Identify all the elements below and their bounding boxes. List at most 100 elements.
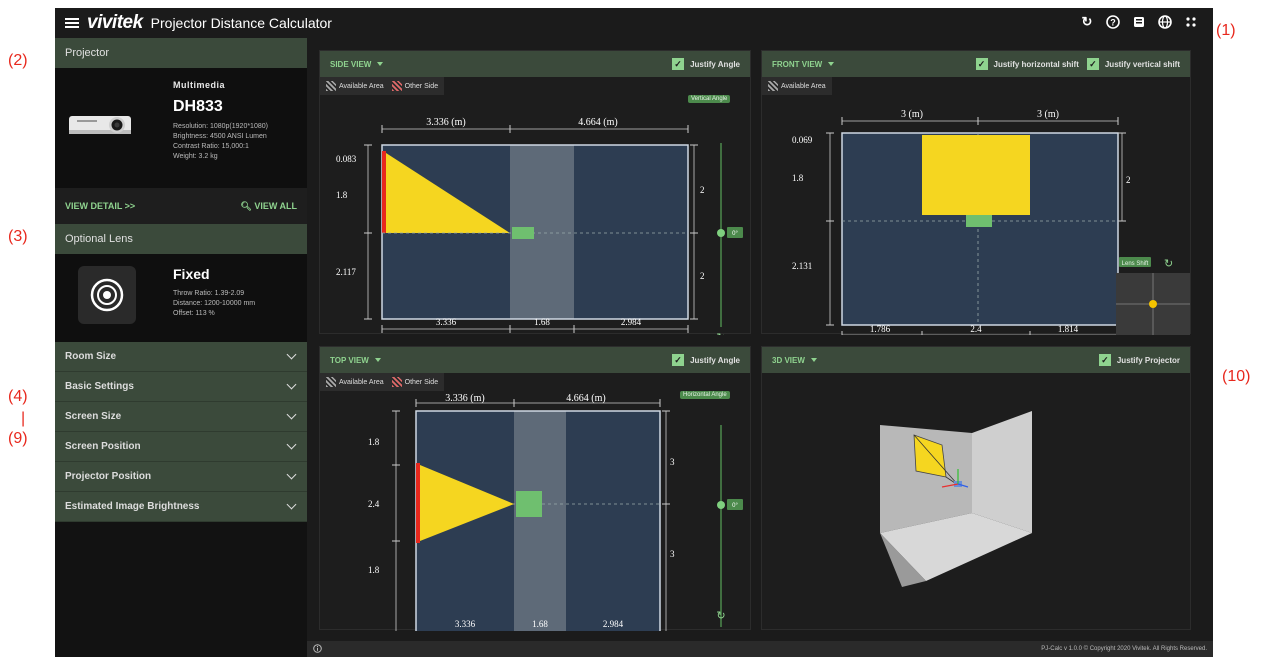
right-dim-1: 3 [670, 457, 675, 467]
accordion-label: Projector Position [65, 471, 152, 482]
side-view-panel: SIDE VIEW ✓ Justify Angle Available Area … [319, 50, 751, 335]
front-view-diagram: 3 (m) 3 (m) 0.069 1.8 2.131 2 1.786 2.4 … [792, 109, 1190, 335]
bottom-dim-3: 1.814 [1058, 324, 1079, 334]
3d-room-scene[interactable] [762, 373, 1192, 631]
svg-text:?: ? [1110, 18, 1116, 28]
bottom-dim-3: 2.984 [603, 619, 624, 629]
side-view-header: SIDE VIEW ✓ Justify Angle [320, 51, 750, 77]
right-wall [972, 411, 1032, 533]
justify-h-label: Justify horizontal shift [993, 59, 1079, 69]
main-area: SIDE VIEW ✓ Justify Angle Available Area … [307, 38, 1213, 641]
projector-links: VIEW DETAIL >> 🔍︎ VIEW ALL [55, 188, 307, 224]
chevron-down-icon [286, 439, 297, 450]
bottom-dim-1: 1.786 [870, 324, 891, 334]
side-view-dropdown[interactable]: SIDE VIEW [330, 60, 384, 69]
justify-horizontal-shift-checkbox[interactable]: ✓ Justify horizontal shift [975, 58, 1079, 70]
left-dim-1: 0.069 [792, 135, 813, 145]
lens-section-header: Optional Lens [55, 224, 307, 254]
projector-spec-contrast: Contrast Ratio: 15,000:1 [173, 143, 249, 150]
front-view-header: FRONT VIEW ✓ Justify horizontal shift ✓ Ju… [762, 51, 1190, 77]
search-icon: 🔍︎ [240, 200, 252, 211]
caret-down-icon [828, 62, 835, 66]
accordion-label: Basic Settings [65, 381, 134, 392]
projector-image [69, 116, 131, 134]
info-icon[interactable] [313, 643, 322, 655]
accordion-screen-position[interactable]: Screen Position [55, 432, 307, 462]
globe-icon[interactable] [1157, 14, 1173, 30]
projector-marker[interactable] [516, 491, 542, 517]
vertical-angle-slider-thumb[interactable] [717, 229, 725, 237]
horizontal-angle-value: 0° [732, 503, 738, 509]
left-dim-3: 1.8 [368, 565, 380, 575]
chevron-down-icon [286, 379, 297, 390]
top-view-header: TOP VIEW ✓ Justify Angle [320, 347, 750, 373]
horizontal-angle-slider-thumb[interactable] [717, 501, 725, 509]
top-view-dropdown[interactable]: TOP VIEW [330, 356, 381, 365]
bottom-dim-2: 2.4 [970, 324, 982, 334]
reset-angle-icon[interactable]: ↻ [716, 331, 725, 335]
justify-angle-label: Justify Angle [690, 355, 740, 365]
refresh-icon[interactable]: ↻ [1079, 14, 1095, 30]
top-bar: vivitek Projector Distance Calculator ↻ … [55, 8, 1213, 38]
screen-bar [416, 463, 420, 543]
help-icon[interactable]: ? [1105, 14, 1121, 30]
projector-category: Multimedia [173, 80, 226, 90]
right-dim-2: 3 [670, 549, 675, 559]
justify-vertical-shift-checkbox[interactable]: ✓ Justify vertical shift [1086, 58, 1180, 70]
screen-bar [382, 151, 386, 233]
projector-section-header: Projector [55, 38, 307, 68]
accordion-basic-settings[interactable]: Basic Settings [55, 372, 307, 402]
justify-projector-label: Justify Projector [1116, 355, 1180, 365]
projector-spec-weight: Weight: 3.2 kg [173, 153, 218, 160]
reset-lens-shift-icon[interactable]: ↻ [1164, 257, 1173, 270]
justify-projector-checkbox[interactable]: ✓ Justify Projector [1098, 354, 1180, 366]
manual-icon[interactable] [1131, 14, 1147, 30]
right-dim-1: 2 [700, 185, 705, 195]
top-dim-2: 3 (m) [1037, 109, 1059, 120]
left-dim-3: 2.131 [792, 261, 812, 271]
top-view-diagram: 3.336 (m) 4.664 (m) 1.8 2.4 1.8 3 3 3.33… [368, 393, 743, 631]
footer: PJ-Calc v 1.0.0 © Copyright 2020 Vivitek… [307, 641, 1213, 657]
3d-view-dropdown[interactable]: 3D VIEW [772, 356, 817, 365]
checkbox-icon: ✓ [1098, 354, 1111, 366]
accordion-estimated-brightness[interactable]: Estimated Image Brightness [55, 492, 307, 522]
brand-logo: vivitek [87, 12, 143, 33]
settings-icon[interactable] [1183, 14, 1199, 30]
app-window: vivitek Projector Distance Calculator ↻ … [55, 8, 1213, 657]
front-view-dropdown[interactable]: FRONT VIEW [772, 59, 835, 69]
lens-card[interactable]: Fixed Throw Ratio: 1.39-2.09 Distance: 1… [55, 254, 307, 342]
front-view-title: FRONT VIEW [772, 59, 823, 69]
projector-card[interactable]: Multimedia DH833 Resolution: 1080p(1920*… [55, 68, 307, 188]
app-title: Projector Distance Calculator [150, 15, 332, 31]
accordion-screen-size[interactable]: Screen Size [55, 402, 307, 432]
annotation-10: (10) [1222, 368, 1251, 385]
view-detail-link[interactable]: VIEW DETAIL >> [65, 201, 135, 211]
caret-down-icon [810, 358, 817, 362]
lens-spec-distance: Distance: 1200-10000 mm [173, 300, 256, 307]
top-view-title: TOP VIEW [330, 355, 369, 365]
accordion-label: Screen Size [65, 411, 122, 422]
3d-view-header: 3D VIEW ✓ Justify Projector [762, 347, 1190, 373]
view-all-link[interactable]: 🔍︎ VIEW ALL [240, 201, 297, 212]
lens-shift-handle[interactable] [1149, 300, 1157, 308]
left-dim-3: 2.117 [336, 267, 356, 277]
side-view-diagram: 3.336 (m) 4.664 (m) 0.083 1.8 2.117 2 2 … [336, 117, 743, 335]
justify-angle-checkbox-side[interactable]: ✓ Justify Angle [672, 58, 740, 70]
projector-marker[interactable] [512, 227, 534, 239]
justify-angle-checkbox-top[interactable]: ✓ Justify Angle [672, 354, 740, 366]
top-dim-2: 4.664 (m) [578, 117, 617, 128]
left-dim-2: 2.4 [368, 499, 380, 509]
chevron-down-icon [286, 469, 297, 480]
checkbox-icon: ✓ [672, 58, 685, 70]
accordion-room-size[interactable]: Room Size [55, 342, 307, 372]
hamburger-menu-icon[interactable] [65, 18, 79, 28]
available-range [514, 411, 566, 631]
reset-angle-icon[interactable]: ↻ [716, 609, 725, 622]
projector-marker[interactable] [966, 215, 992, 227]
justify-v-label: Justify vertical shift [1104, 59, 1180, 69]
accordion-projector-position[interactable]: Projector Position [55, 462, 307, 492]
caret-down-icon [374, 358, 381, 362]
copyright-text: PJ-Calc v 1.0.0 © Copyright 2020 Vivitek… [1041, 646, 1207, 652]
projector-model: DH833 [173, 98, 223, 115]
top-dim-1: 3.336 (m) [426, 117, 465, 128]
